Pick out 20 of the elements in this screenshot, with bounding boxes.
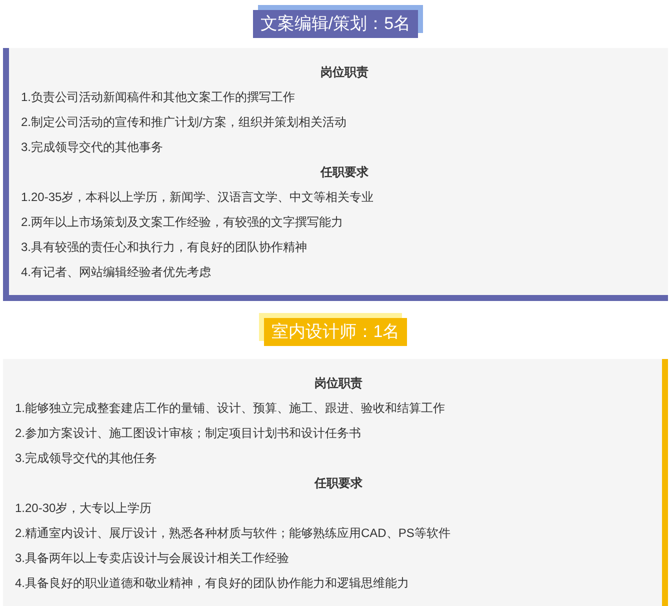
list-item: 3.完成领导交代的其他事务 xyxy=(21,139,164,156)
list-item: 2.制定公司活动的宣传和推广计划/方案，组织并策划相关活动 xyxy=(21,114,346,131)
list-item: 1.能够独立完成整套建店工作的量铺、设计、预算、施工、跟进、验收和结算工作 xyxy=(15,400,446,417)
section-title: 文案编辑/策划：5名 xyxy=(253,10,418,38)
list-item: 4.具备良好的职业道德和敬业精神，有良好的团队协作能力和逻辑思维能力 xyxy=(15,575,410,592)
section-title: 室内设计师：1名 xyxy=(264,318,407,346)
list-item: 3.完成领导交代的其他任务 xyxy=(15,450,158,467)
section-heading: 岗位职责 xyxy=(314,375,364,392)
list-item: 3.具备两年以上专卖店设计与会展设计相关工作经验 xyxy=(15,550,290,567)
list-item: 2.精通室内设计、展厅设计，熟悉各种材质与软件；能够熟练应用CAD、PS等软件 xyxy=(15,525,450,542)
list-item: 3.具有较强的责任心和执行力，有良好的团队协作精神 xyxy=(21,239,308,256)
list-item: 2.两年以上市场策划及文案工作经验，有较强的文字撰写能力 xyxy=(21,214,344,231)
list-item: 1.负责公司活动新闻稿件和其他文案工作的撰写工作 xyxy=(21,89,296,106)
list-item: 4.有记者、网站编辑经验者优先考虑 xyxy=(21,264,212,281)
section-heading: 任职要求 xyxy=(313,475,364,492)
section-heading: 岗位职责 xyxy=(320,64,370,81)
list-item: 2.参加方案设计、施工图设计审核；制定项目计划书和设计任务书 xyxy=(15,425,362,442)
list-item: 1.20-35岁，本科以上学历，新闻学、汉语言文学、中文等相关专业 xyxy=(21,189,374,206)
list-item: 1.20-30岁，大专以上学历 xyxy=(15,500,152,517)
section-heading: 任职要求 xyxy=(319,164,370,181)
